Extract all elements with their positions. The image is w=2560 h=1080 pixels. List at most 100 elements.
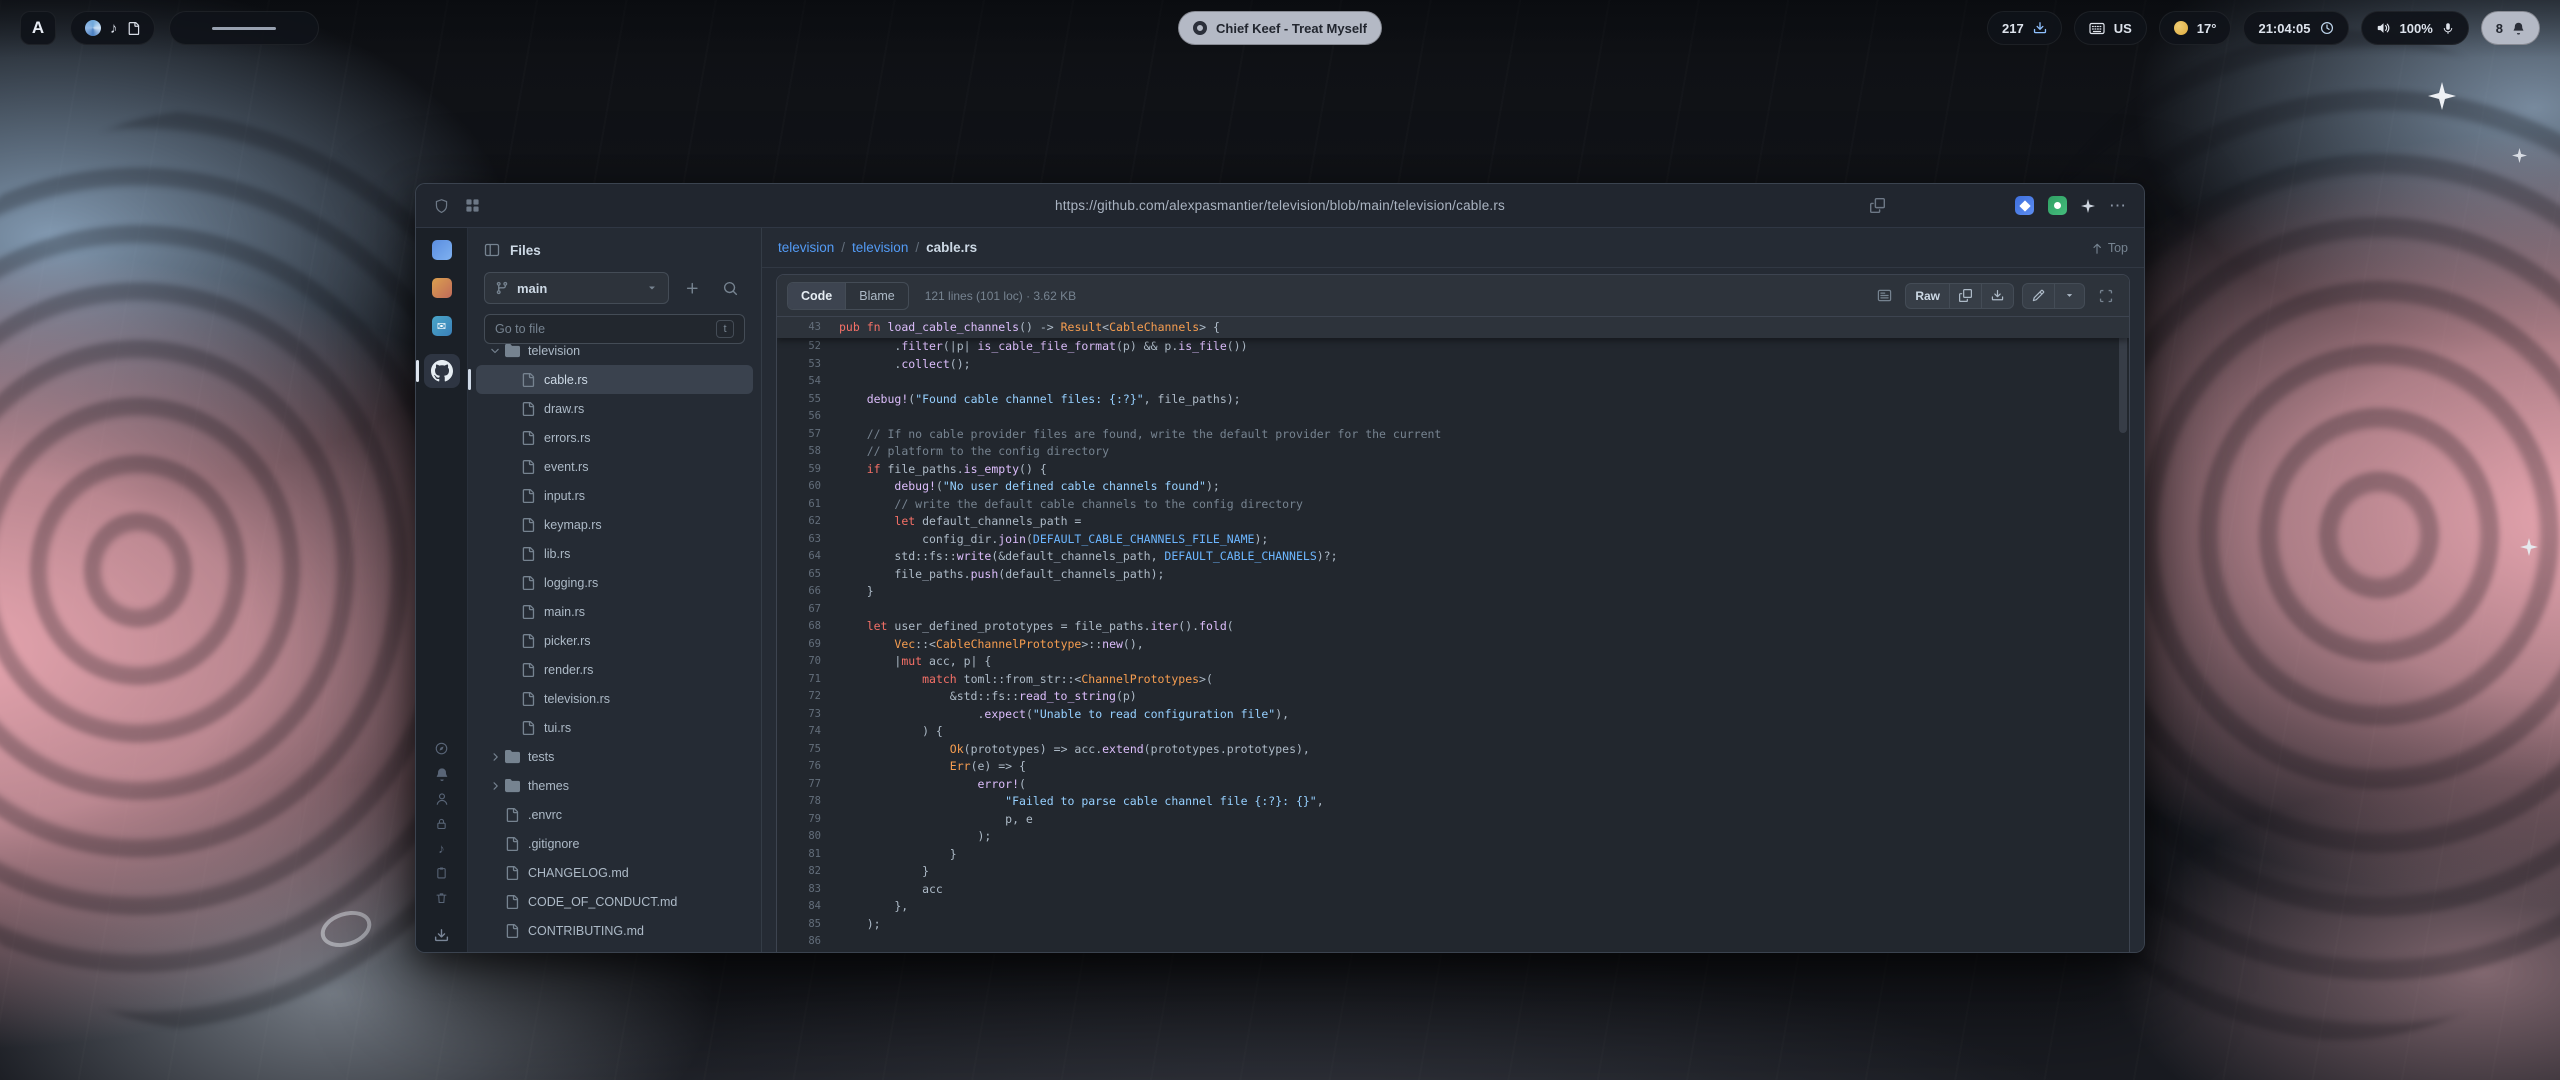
back-to-top-link[interactable]: Top	[2091, 241, 2128, 255]
shield-icon[interactable]	[434, 198, 449, 214]
line-number[interactable]: 71	[777, 671, 839, 689]
line-number[interactable]: 61	[777, 496, 839, 514]
line-number[interactable]: 69	[777, 636, 839, 654]
line-number[interactable]: 54	[777, 373, 839, 391]
tree-item-themes[interactable]: themes	[476, 771, 753, 800]
updates-widget[interactable]: 217	[1987, 11, 2062, 45]
line-number[interactable]: 59	[777, 461, 839, 479]
chevron-down-icon[interactable]	[486, 345, 504, 357]
tree-item-tests[interactable]: tests	[476, 742, 753, 771]
media-player-widget[interactable]: Chief Keef - Treat Myself	[1178, 11, 1382, 45]
line-number[interactable]: 86	[777, 933, 839, 951]
app-blue-icon[interactable]	[432, 240, 452, 260]
copy-link-icon[interactable]	[1870, 198, 1885, 213]
fullscreen-icon[interactable]	[2093, 283, 2119, 309]
trash-icon[interactable]	[435, 891, 448, 905]
line-number[interactable]: 62	[777, 513, 839, 531]
copy-icon[interactable]	[1949, 284, 1981, 308]
line-number[interactable]: 81	[777, 846, 839, 864]
music-note-icon[interactable]: ♪	[110, 20, 118, 37]
tree-item-main.rs[interactable]: main.rs	[476, 597, 753, 626]
tree-item-draw.rs[interactable]: draw.rs	[476, 394, 753, 423]
color-wheel-icon[interactable]	[85, 20, 101, 36]
tree-item-render.rs[interactable]: render.rs	[476, 655, 753, 684]
tab-code[interactable]: Code	[788, 283, 845, 309]
line-number[interactable]: 67	[777, 601, 839, 619]
add-file-icon[interactable]	[677, 273, 707, 303]
line-number[interactable]: 74	[777, 723, 839, 741]
search-icon[interactable]	[715, 273, 745, 303]
line-number[interactable]: 84	[777, 898, 839, 916]
tree-item-.envrc[interactable]: .envrc	[476, 800, 753, 829]
tab-github-active[interactable]	[424, 354, 460, 388]
tree-item-cable.rs[interactable]: cable.rs	[476, 365, 753, 394]
tree-item-tui.rs[interactable]: tui.rs	[476, 713, 753, 742]
clock-widget[interactable]: 21:04:05	[2243, 11, 2348, 45]
user-icon[interactable]	[435, 792, 449, 806]
tree-item-input.rs[interactable]: input.rs	[476, 481, 753, 510]
line-number[interactable]: 55	[777, 391, 839, 409]
line-number[interactable]: 80	[777, 828, 839, 846]
document-icon[interactable]	[127, 21, 140, 36]
chevron-right-icon[interactable]	[486, 751, 504, 763]
notifications-widget[interactable]: 8	[2481, 11, 2540, 45]
line-number[interactable]: 73	[777, 706, 839, 724]
audio-widget[interactable]: 100%	[2361, 11, 2469, 45]
weather-widget[interactable]: 17°	[2159, 11, 2232, 45]
window-title-widget[interactable]	[169, 11, 319, 45]
app-orange-icon[interactable]	[432, 278, 452, 298]
download-icon[interactable]	[434, 928, 449, 943]
line-number[interactable]: 63	[777, 531, 839, 549]
keyboard-layout-widget[interactable]: US	[2074, 11, 2147, 45]
line-number[interactable]: 82	[777, 863, 839, 881]
download-icon[interactable]	[1981, 284, 2013, 308]
sparkle-icon[interactable]	[2081, 199, 2095, 213]
line-number[interactable]: 72	[777, 688, 839, 706]
tree-item-CONTRIBUTING.md[interactable]: CONTRIBUTING.md	[476, 916, 753, 945]
tree-item-Cargo.lock[interactable]: Cargo.lock	[476, 945, 753, 953]
raw-button[interactable]: Raw	[1906, 284, 1949, 308]
mail-icon[interactable]: ✉	[432, 316, 452, 336]
launcher-button[interactable]: A	[20, 11, 56, 45]
clipboard-icon[interactable]	[435, 866, 448, 880]
line-number[interactable]: 53	[777, 356, 839, 374]
panel-icon[interactable]	[484, 242, 500, 258]
go-to-file-input[interactable]: Go to file t	[484, 314, 745, 344]
panel-icon[interactable]	[1871, 283, 1897, 309]
tree-item-television[interactable]: television	[476, 344, 753, 365]
line-number[interactable]: 52	[777, 338, 839, 356]
line-number[interactable]: 58	[777, 443, 839, 461]
extensions-icon[interactable]	[465, 198, 480, 213]
line-number[interactable]: 78	[777, 793, 839, 811]
line-number[interactable]: 60	[777, 478, 839, 496]
line-number[interactable]: 77	[777, 776, 839, 794]
tree-item-CODE_OF_CONDUCT.md[interactable]: CODE_OF_CONDUCT.md	[476, 887, 753, 916]
sticky-context-line[interactable]: 43 pub fn load_cable_channels() -> Resul…	[777, 317, 2129, 338]
tree-item-picker.rs[interactable]: picker.rs	[476, 626, 753, 655]
code-scrollbar[interactable]	[2119, 323, 2127, 433]
line-number[interactable]: 64	[777, 548, 839, 566]
tree-item-keymap.rs[interactable]: keymap.rs	[476, 510, 753, 539]
line-number[interactable]: 79	[777, 811, 839, 829]
more-menu-icon[interactable]: ⋯	[2109, 197, 2126, 214]
line-number[interactable]: 83	[777, 881, 839, 899]
address-bar[interactable]: https://github.com/alexpasmantier/televi…	[1055, 198, 1505, 213]
tab-blame[interactable]: Blame	[845, 283, 907, 309]
bell-icon[interactable]	[435, 767, 449, 781]
line-number[interactable]: 65	[777, 566, 839, 584]
line-number[interactable]: 66	[777, 583, 839, 601]
tree-item-event.rs[interactable]: event.rs	[476, 452, 753, 481]
branch-selector[interactable]: main	[484, 272, 669, 304]
edit-icon[interactable]	[2023, 284, 2054, 308]
tree-item-.gitignore[interactable]: .gitignore	[476, 829, 753, 858]
ext-blue-icon[interactable]	[2015, 196, 2034, 215]
music-icon[interactable]: ♪	[438, 842, 445, 855]
chevron-right-icon[interactable]	[486, 780, 504, 792]
breadcrumb-repo[interactable]: television	[778, 240, 834, 255]
compass-icon[interactable]	[434, 741, 449, 756]
line-number[interactable]: 75	[777, 741, 839, 759]
sticky-line-number[interactable]: 43	[777, 319, 839, 337]
line-number[interactable]: 68	[777, 618, 839, 636]
line-number[interactable]: 76	[777, 758, 839, 776]
tree-item-logging.rs[interactable]: logging.rs	[476, 568, 753, 597]
